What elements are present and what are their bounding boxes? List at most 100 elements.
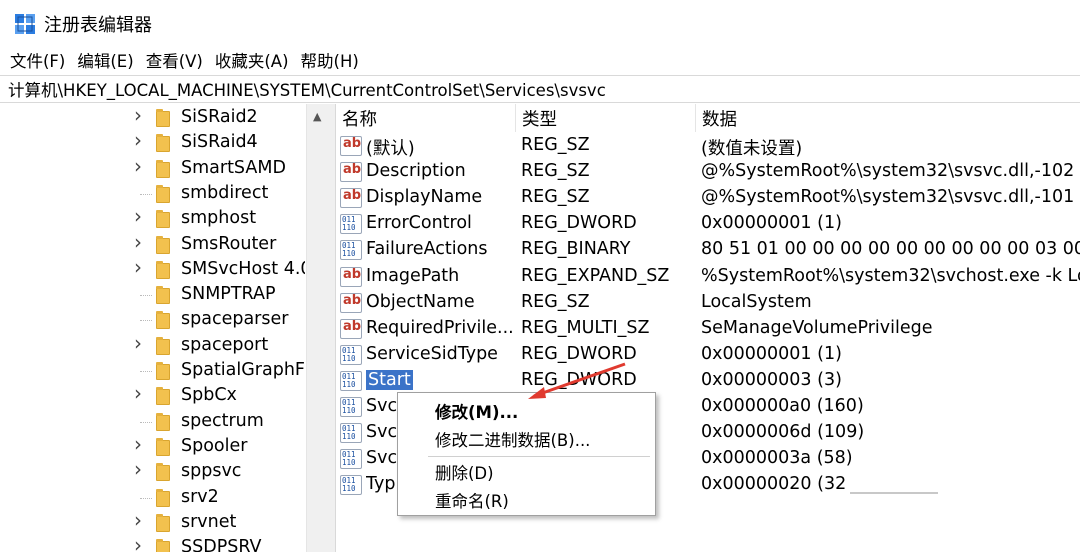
tree-item-label: SiSRaid4 <box>181 132 258 153</box>
tree-item[interactable]: › SmartSAMD <box>0 154 306 182</box>
value-data: %SystemRoot%\system32\svchost.exe -k Loc <box>701 265 1080 286</box>
expand-chevron-icon[interactable]: › <box>134 381 142 405</box>
binary-value-icon <box>340 423 362 444</box>
folder-icon <box>156 159 170 178</box>
value-data: @%SystemRoot%\system32\svsvc.dll,-102 <box>701 161 1075 182</box>
tree-connector <box>140 421 152 423</box>
string-value-icon <box>340 188 362 209</box>
tree-item-label: spectrum <box>181 410 264 431</box>
folder-icon <box>156 513 170 532</box>
folder-icon <box>156 109 170 127</box>
value-data: 0x0000006d (109) <box>701 422 865 443</box>
value-type: REG_DWORD <box>521 213 637 234</box>
context-menu: 修改(M)... 修改二进制数据(B)... 删除(D) 重命名(R) <box>397 392 656 516</box>
scroll-up-icon[interactable]: ▲ <box>313 110 321 123</box>
tree-item[interactable]: › Spooler <box>0 432 306 460</box>
menu-separator <box>428 456 650 457</box>
folder-icon <box>156 235 170 254</box>
value-data: 0x000000a0 (160) <box>701 396 864 416</box>
value-row[interactable]: FailureActions REG_BINARY 80 51 01 00 00 0… <box>336 237 1080 263</box>
menu-favorites[interactable]: 收藏夹(A) <box>215 48 289 72</box>
string-value-icon <box>340 266 362 287</box>
value-type: REG_MULTI_SZ <box>521 317 650 338</box>
value-data: 0x00000001 (1) <box>701 213 842 234</box>
binary-value-icon <box>340 214 362 235</box>
menu-rename[interactable]: 重命名(R) <box>435 488 509 512</box>
tree-item[interactable]: SpatialGraphFilter <box>0 359 306 384</box>
expand-chevron-icon[interactable]: › <box>134 255 142 279</box>
binary-value-icon <box>340 397 362 417</box>
window-title: 注册表编辑器 <box>44 15 152 36</box>
value-data: (数值未设置) <box>701 139 803 159</box>
binary-value-icon <box>340 475 362 496</box>
folder-icon <box>156 362 170 380</box>
value-row[interactable]: RequiredPrivile... REG_MULTI_SZ SeManageVo… <box>336 316 1080 342</box>
value-data: @%SystemRoot%\system32\svsvc.dll,-101 <box>701 187 1075 208</box>
expand-chevron-icon[interactable]: › <box>134 432 142 456</box>
tree-item[interactable]: SNMPTRAP <box>0 283 306 308</box>
value-name: ImagePath <box>366 265 460 286</box>
key-tree[interactable]: › SiSRaid2 › SiSRaid4 › SmartSAMD smbdirect › sm… <box>0 104 330 552</box>
value-row[interactable]: ServiceSidTypeREG_DWORD0x00000001 (1) <box>336 342 1080 368</box>
tree-item[interactable]: › SSDPSRV <box>0 533 306 552</box>
value-row[interactable]: (默认) REG_SZ (数值未设置) <box>336 133 1080 159</box>
expand-chevron-icon[interactable]: › <box>134 533 142 552</box>
value-row[interactable]: DisplayName REG_SZ @%SystemRoot%\system32\… <box>336 185 1080 211</box>
menu-bar: 文件(F) 编辑(E) 查看(V) 收藏夹(A) 帮助(H) <box>0 46 1080 74</box>
binary-value-icon <box>340 449 362 470</box>
value-row[interactable]: ObjectName REG_SZ LocalSystem <box>336 290 1080 316</box>
folder-icon <box>156 463 170 482</box>
tree-item[interactable]: › SmsRouter <box>0 230 306 258</box>
tree-item[interactable]: srv2 <box>0 486 306 511</box>
expand-chevron-icon[interactable]: › <box>134 331 142 355</box>
tree-item-label: SpbCx <box>181 385 237 406</box>
value-type: REG_BINARY <box>521 239 631 260</box>
tree-item[interactable]: › SiSRaid2 <box>0 104 306 131</box>
tree-item[interactable]: › smphost <box>0 204 306 232</box>
tree-item[interactable]: › SpbCx <box>0 381 306 409</box>
string-value-icon <box>340 136 362 156</box>
value-row[interactable]: StartREG_DWORD0x00000003 (3) <box>336 368 1080 394</box>
address-bar[interactable]: 计算机\HKEY_LOCAL_MACHINE\SYSTEM\CurrentCon… <box>0 75 1080 103</box>
expand-chevron-icon[interactable]: › <box>134 154 142 178</box>
tree-item[interactable]: › srvnet <box>0 508 306 536</box>
expand-chevron-icon[interactable]: › <box>134 508 142 532</box>
tree-item[interactable]: › spaceport <box>0 331 306 359</box>
column-header-name[interactable]: 名称 <box>336 104 516 132</box>
binary-value-icon <box>340 370 362 391</box>
menu-delete[interactable]: 删除(D) <box>435 460 494 484</box>
tree-item[interactable]: spaceparser <box>0 308 306 333</box>
tree-item[interactable]: smbdirect <box>0 182 306 207</box>
column-header-type[interactable]: 类型 <box>516 104 696 132</box>
tree-item[interactable]: spectrum <box>0 410 306 435</box>
menu-help[interactable]: 帮助(H) <box>301 48 359 72</box>
tree-item-label: srv2 <box>181 486 219 507</box>
expand-chevron-icon[interactable]: › <box>134 230 142 254</box>
expand-chevron-icon[interactable]: › <box>134 204 142 228</box>
tree-item-label: SpatialGraphFilter <box>181 360 305 380</box>
tree-item-label: spaceparser <box>181 309 289 330</box>
tree-item-label: smphost <box>181 208 257 229</box>
value-row[interactable]: ImagePath REG_EXPAND_SZ %SystemRoot%\syste… <box>336 264 1080 290</box>
tree-item[interactable]: › SMSvcHost 4.0 <box>0 255 306 283</box>
tree-item-label: SSDPSRV <box>181 537 262 552</box>
menu-edit[interactable]: 编辑(E) <box>77 48 133 72</box>
value-row[interactable]: ErrorControl REG_DWORD 0x00000001 (1) <box>336 211 1080 237</box>
menu-file[interactable]: 文件(F) <box>10 48 65 72</box>
selected-value-name[interactable]: Start <box>366 369 413 390</box>
menu-view[interactable]: 查看(V) <box>146 48 203 72</box>
expand-chevron-icon[interactable]: › <box>134 457 142 481</box>
tree-item-label: SNMPTRAP <box>181 284 276 305</box>
binary-value-icon <box>340 240 362 261</box>
value-row[interactable]: Description REG_SZ @%SystemRoot%\system32\… <box>336 159 1080 185</box>
column-header-data[interactable]: 数据 <box>696 104 1080 132</box>
value-type: REG_SZ <box>521 135 590 155</box>
menu-modify-binary[interactable]: 修改二进制数据(B)... <box>435 427 590 451</box>
tree-scrollbar[interactable]: ▲ <box>306 104 330 552</box>
tree-item-label: SmartSAMD <box>181 157 286 178</box>
tree-item[interactable]: › SiSRaid4 <box>0 128 306 156</box>
tree-item[interactable]: › sppsvc <box>0 457 306 485</box>
expand-chevron-icon[interactable]: › <box>134 104 142 127</box>
menu-modify[interactable]: 修改(M)... <box>435 399 518 423</box>
expand-chevron-icon[interactable]: › <box>134 128 142 152</box>
